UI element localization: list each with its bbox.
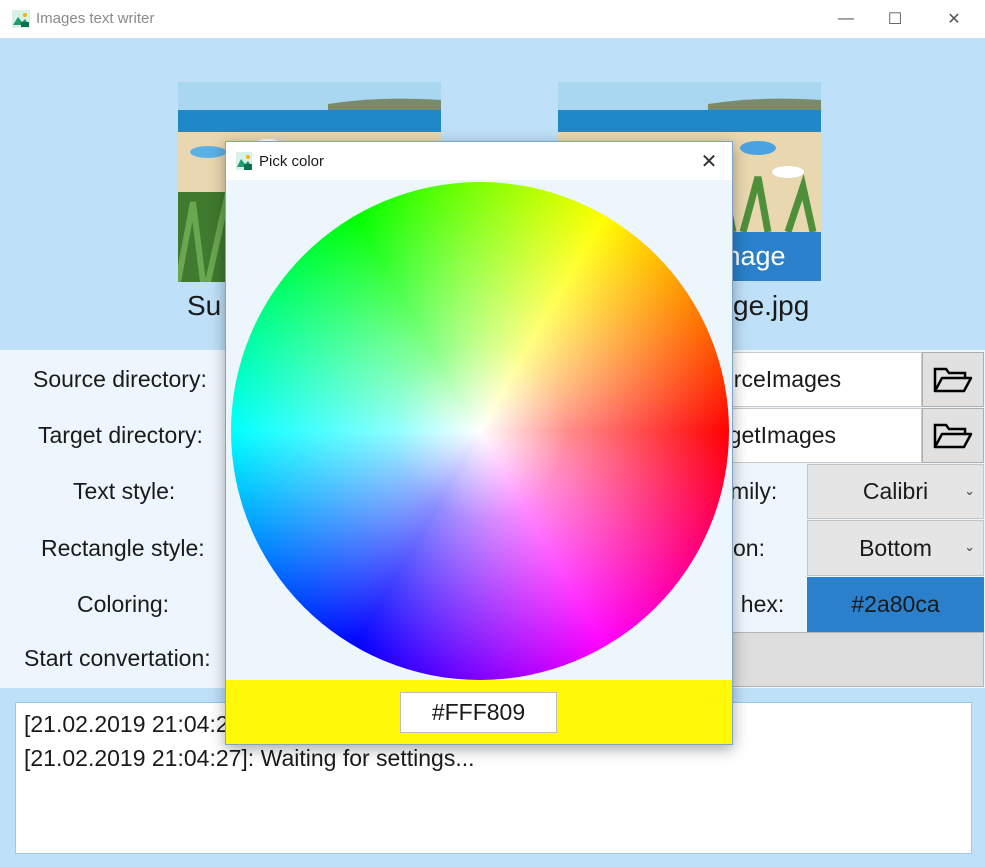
overlay-text: nage	[725, 241, 786, 271]
font-family-label: mily:	[730, 478, 778, 504]
target-directory-value: rgetImages	[721, 422, 837, 448]
log-line: [21.02.2019 21:04:27	[24, 711, 242, 737]
target-directory-field[interactable]: rgetImages	[700, 408, 922, 463]
maximize-button[interactable]: ☐	[872, 0, 918, 38]
dialog-title: Pick color	[259, 153, 325, 170]
color-hex-button[interactable]: #2a80ca	[807, 577, 984, 632]
hex-label: , hex:	[728, 591, 785, 617]
coloring-label: Coloring:	[77, 591, 170, 617]
text-style-label: Text style:	[73, 478, 176, 504]
window-title: Images text writer	[36, 10, 155, 27]
target-image-label: ge.jpg	[733, 290, 810, 321]
source-image-label: Su	[187, 290, 222, 321]
chevron-down-icon: ⌄	[964, 482, 975, 498]
font-family-dropdown[interactable]: Calibri ⌄	[807, 464, 984, 519]
target-directory-label: Target directory:	[38, 422, 203, 448]
pick-color-dialog: Pick color ✕ #FFF809	[225, 141, 733, 745]
dialog-close-button[interactable]: ✕	[692, 146, 726, 176]
rectangle-style-label: Rectangle style:	[41, 535, 205, 561]
color-hex-value: #2a80ca	[851, 591, 940, 617]
browse-target-button[interactable]	[922, 408, 984, 463]
app-icon	[12, 10, 30, 28]
position-dropdown[interactable]: Bottom ⌄	[807, 520, 984, 576]
close-icon: ✕	[947, 11, 961, 28]
start-convertation-button[interactable]	[720, 632, 984, 687]
folder-open-icon	[933, 423, 973, 448]
minimize-icon: —	[838, 10, 854, 27]
close-button[interactable]: ✕	[931, 0, 977, 38]
color-wheel-surface[interactable]	[231, 182, 729, 680]
log-line: [21.02.2019 21:04:27]: Waiting for setti…	[24, 745, 475, 771]
chevron-down-icon: ⌄	[964, 539, 975, 555]
close-icon: ✕	[700, 150, 718, 173]
folder-open-icon	[933, 367, 973, 392]
source-directory-label: Source directory:	[33, 366, 207, 392]
browse-source-button[interactable]	[922, 352, 984, 407]
selected-hex-value: #FFF809	[431, 699, 526, 725]
dialog-app-icon	[236, 152, 252, 170]
maximize-icon: ☐	[887, 11, 903, 28]
source-directory-value: urceImages	[721, 366, 842, 392]
position-value: Bottom	[859, 534, 932, 561]
color-wheel[interactable]	[231, 182, 729, 680]
minimize-button[interactable]: —	[823, 0, 869, 38]
selected-hex-field[interactable]: #FFF809	[400, 692, 557, 733]
position-label: on:	[733, 535, 765, 561]
source-directory-field[interactable]: urceImages	[700, 352, 922, 407]
font-family-value: Calibri	[862, 478, 929, 504]
start-convertation-label: Start convertation:	[24, 645, 211, 671]
